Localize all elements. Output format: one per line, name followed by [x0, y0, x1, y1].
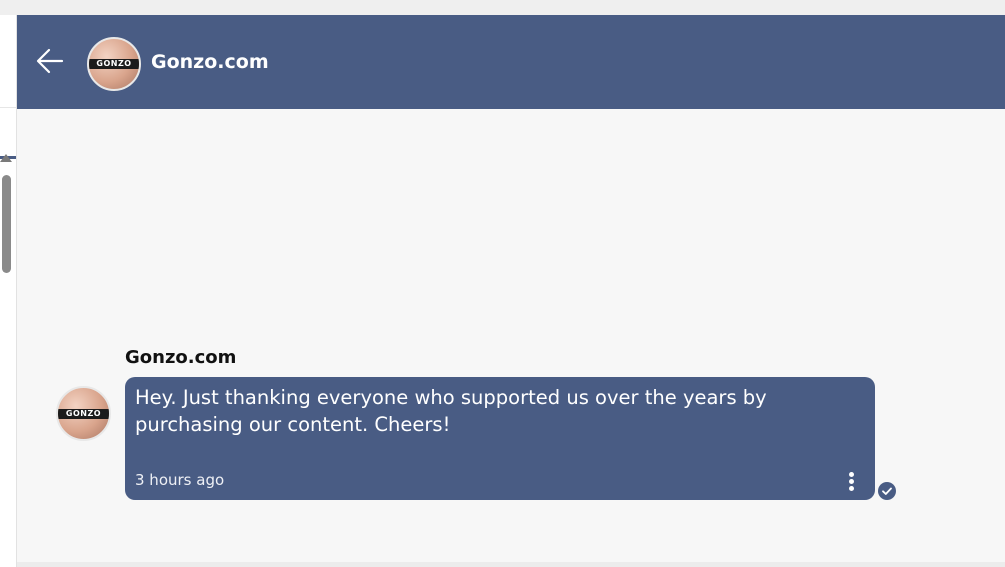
scroll-up-arrow-icon[interactable]: [0, 154, 12, 162]
message-bubble: Hey. Just thanking everyone who supporte…: [125, 377, 875, 500]
avatar-logo-text: GONZO: [89, 59, 139, 69]
avatar[interactable]: GONZO: [87, 37, 141, 91]
check-circle-icon: [878, 482, 896, 500]
back-button[interactable]: [35, 46, 65, 76]
message-sender-name: Gonzo.com: [125, 347, 237, 368]
conversation-list-panel: [0, 15, 17, 567]
scrollbar-thumb[interactable]: [2, 175, 11, 273]
arrow-left-icon: [36, 48, 64, 74]
composer-divider: [17, 562, 1005, 567]
message-timestamp: 3 hours ago: [135, 471, 225, 489]
page-title: Gonzo.com: [151, 51, 269, 73]
avatar-logo-text: GONZO: [58, 409, 109, 419]
window-top-strip: [0, 0, 1005, 15]
panel-divider: [0, 107, 16, 108]
message-text: Hey. Just thanking everyone who supporte…: [135, 386, 767, 436]
more-vertical-icon[interactable]: [845, 471, 859, 491]
chat-header: GONZO Gonzo.com: [17, 15, 1005, 109]
message-avatar[interactable]: GONZO: [56, 386, 111, 441]
